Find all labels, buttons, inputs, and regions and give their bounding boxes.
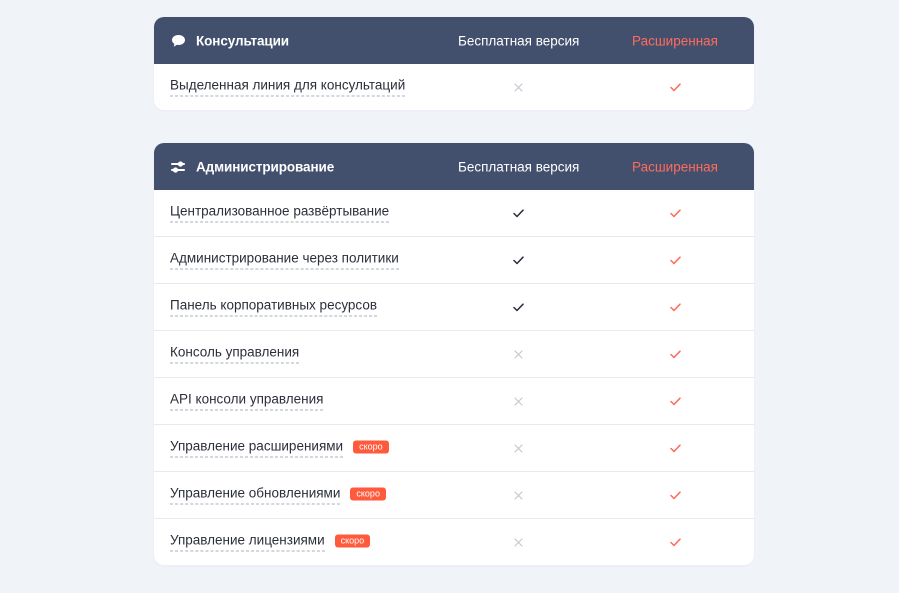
feature-label-wrap: Консоль управления: [170, 345, 300, 364]
cross-icon: [512, 536, 524, 548]
check-icon: [669, 207, 681, 219]
feature-label-wrap: Управление расширениями скоро: [170, 439, 389, 458]
feature-label-wrap: Администрирование через политики: [170, 251, 399, 270]
cross-icon: [512, 348, 524, 360]
speech-bubble-icon: [170, 33, 186, 49]
feature-row: Консоль управления: [154, 330, 754, 377]
column-header-free: Бесплатная версия: [458, 159, 580, 174]
feature-row: Панель корпоративных ресурсов: [154, 283, 754, 330]
check-icon: [669, 536, 681, 548]
check-icon: [512, 207, 524, 219]
soon-badge: скоро: [334, 534, 371, 548]
check-icon: [669, 395, 681, 407]
soon-badge: скоро: [350, 487, 386, 501]
sliders-icon: [170, 159, 186, 175]
feature-label[interactable]: Управление расширениями: [170, 439, 344, 458]
check-icon: [669, 442, 681, 454]
feature-label-wrap: API консоли управления: [170, 392, 324, 411]
consultations-table: Консультации Бесплатная версия Расширенн…: [154, 17, 754, 110]
feature-row: API консоли управления: [154, 377, 754, 424]
cross-icon: [512, 395, 524, 407]
section-title: Консультации: [196, 33, 289, 48]
feature-label-wrap: Выделенная линия для консультаций: [170, 78, 406, 97]
check-icon: [669, 301, 681, 313]
feature-label[interactable]: Управление лицензиями: [170, 533, 325, 552]
feature-label-wrap: Панель корпоративных ресурсов: [170, 298, 378, 317]
feature-row: Управление расширениями скоро: [154, 424, 754, 471]
feature-label[interactable]: Консоль управления: [170, 345, 300, 364]
cross-icon: [512, 489, 524, 501]
cross-icon: [512, 81, 524, 93]
feature-label-wrap: Централизованное развёртывание: [170, 204, 390, 223]
column-header-extended: Расширенная: [632, 159, 718, 174]
feature-label-wrap: Управление обновлениями скоро: [170, 486, 386, 505]
feature-label[interactable]: Администрирование через политики: [170, 251, 399, 270]
feature-label[interactable]: Централизованное развёртывание: [170, 204, 390, 223]
consultations-header: Консультации Бесплатная версия Расширенн…: [154, 17, 754, 64]
administration-header: Администрирование Бесплатная версия Расш…: [154, 143, 754, 190]
feature-row: Выделенная линия для консультаций: [154, 64, 754, 110]
feature-label[interactable]: Управление обновлениями: [170, 486, 341, 505]
check-icon: [669, 254, 681, 266]
feature-label-wrap: Управление лицензиями скоро: [170, 533, 371, 552]
cross-icon: [512, 442, 524, 454]
feature-row: Администрирование через политики: [154, 236, 754, 283]
column-header-extended: Расширенная: [632, 33, 718, 48]
check-icon: [669, 81, 681, 93]
feature-label[interactable]: Панель корпоративных ресурсов: [170, 298, 378, 317]
column-header-free: Бесплатная версия: [458, 33, 580, 48]
check-icon: [669, 489, 681, 501]
check-icon: [512, 254, 524, 266]
feature-row: Управление обновлениями скоро: [154, 471, 754, 518]
administration-table: Администрирование Бесплатная версия Расш…: [154, 143, 754, 565]
section-title: Администрирование: [196, 159, 335, 174]
soon-badge: скоро: [353, 440, 389, 454]
feature-label[interactable]: API консоли управления: [170, 392, 324, 411]
check-icon: [512, 301, 524, 313]
feature-label[interactable]: Выделенная линия для консультаций: [170, 78, 406, 97]
feature-row: Централизованное развёртывание: [154, 190, 754, 236]
feature-row: Управление лицензиями скоро: [154, 518, 754, 565]
check-icon: [669, 348, 681, 360]
